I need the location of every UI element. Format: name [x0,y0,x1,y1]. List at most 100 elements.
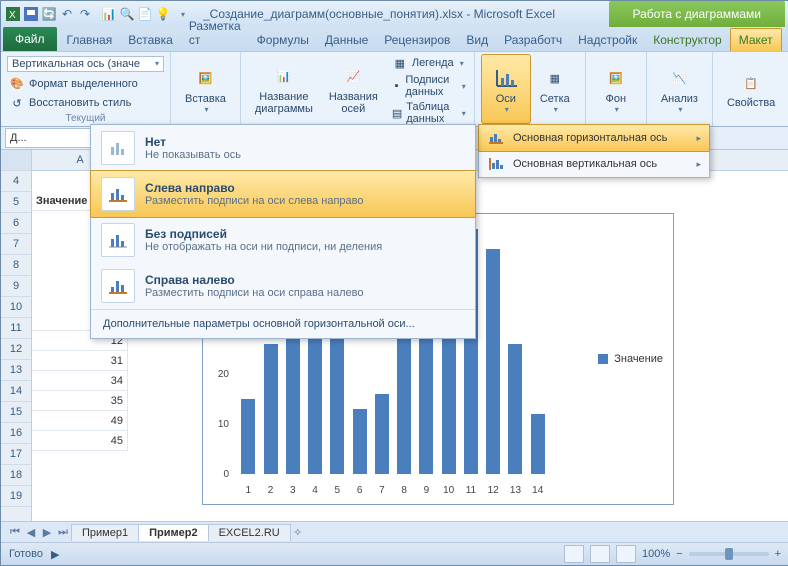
sheet-nav-prev[interactable]: ◀ [23,524,39,540]
row-header[interactable]: 7 [1,234,31,255]
qat-icon3[interactable]: 📄 [137,6,153,22]
zoom-in-button[interactable]: + [775,548,781,560]
row-header[interactable]: 11 [1,318,31,339]
chart-legend[interactable]: Значение [598,353,663,365]
zoom-level[interactable]: 100% [642,548,670,560]
x-tick: 9 [416,485,436,496]
tab-design[interactable]: Конструктор [645,29,729,51]
tab-home[interactable]: Главная [59,29,121,51]
chart-title-button[interactable]: 📊Название диаграммы [247,54,321,124]
reset-style-button[interactable]: ↺Восстановить стиль [7,94,133,112]
redo-icon[interactable]: ↷ [77,6,93,22]
chart-bar[interactable] [531,414,545,474]
row-header[interactable]: 9 [1,276,31,297]
selection-combo[interactable]: Вертикальная ось (значе▾ [7,56,164,72]
chart-bar[interactable] [486,249,500,474]
data-labels-button[interactable]: ▪Подписи данных▾ [390,73,468,99]
menu-none[interactable]: НетНе показывать ось [91,125,475,171]
background-icon: 🖼️ [600,65,632,93]
insert-button[interactable]: 🖼️Вставка▾ [177,54,234,124]
zoom-slider[interactable] [689,552,769,556]
reload-icon[interactable]: 🔄 [41,6,57,22]
tab-view[interactable]: Вид [458,29,496,51]
cell[interactable]: 45 [32,431,128,451]
sheet-tab-active[interactable]: Пример2 [138,524,208,541]
format-selection-label: Формат выделенного [29,78,138,90]
analysis-button[interactable]: 📉Анализ▾ [653,54,706,124]
zoom-out-button[interactable]: − [676,548,682,560]
zoom-thumb[interactable] [725,548,733,560]
axes-button[interactable]: Оси▾ [481,54,531,124]
submenu-horizontal-axis[interactable]: Основная горизонтальная ось ▸ [478,124,710,152]
row-header[interactable]: 10 [1,297,31,318]
axis-titles-button[interactable]: 📈Названия осей [321,54,386,124]
row-header[interactable]: 19 [1,486,31,507]
submenu-vertical-axis[interactable]: Основная вертикальная ось ▸ [479,151,709,177]
tab-file[interactable]: Файл [3,27,57,51]
chart-bar[interactable] [397,319,411,474]
sheet-tab[interactable]: EXCEL2.RU [208,524,291,541]
background-label: Фон [606,93,627,105]
chart-bar[interactable] [286,334,300,474]
row-header[interactable]: 14 [1,381,31,402]
format-selection-button[interactable]: 🎨 Формат выделенного [7,75,140,93]
menu-nolabels[interactable]: Без подписейНе отображать на оси ни подп… [91,217,475,263]
chart-bar[interactable] [353,409,367,474]
new-sheet-icon[interactable]: ✧ [290,524,306,540]
chart-bar[interactable] [241,399,255,474]
tab-developer[interactable]: Разработч [496,29,570,51]
undo-icon[interactable]: ↶ [59,6,75,22]
row-header[interactable]: 5 [1,192,31,213]
sheet-nav-last[interactable]: ⏭ [55,524,71,540]
background-button[interactable]: 🖼️Фон▾ [592,54,640,124]
chart-bar[interactable] [375,394,389,474]
qat-icon4[interactable]: 💡 [155,6,171,22]
gridlines-button[interactable]: ▦Сетка▾ [531,54,579,124]
row-header[interactable]: 12 [1,339,31,360]
axis-ltr-icon [101,177,135,211]
sheet-tab[interactable]: Пример1 [71,524,139,541]
chart-bar[interactable] [508,344,522,474]
chart-title-icon: 📊 [268,63,300,91]
macro-record-icon[interactable]: ▶ [51,548,59,561]
row-header[interactable]: 17 [1,444,31,465]
legend-button[interactable]: ▦Легенда▾ [390,54,468,72]
menu-more-options[interactable]: Дополнительные параметры основной горизо… [91,309,475,338]
qat-icon2[interactable]: 🔍 [119,6,135,22]
menu-ltr[interactable]: Слева направоРазместить подписи на оси с… [90,170,476,218]
tab-review[interactable]: Рецензиров [376,29,458,51]
save-icon[interactable] [23,6,39,22]
view-layout-button[interactable] [590,545,610,563]
cell[interactable]: 49 [32,411,128,431]
row-header[interactable]: 8 [1,255,31,276]
view-normal-button[interactable] [564,545,584,563]
tab-layout[interactable]: Разметка ст [181,15,249,51]
y-tick: 10 [218,419,229,430]
sheet-nav-first[interactable]: ⏮ [7,524,23,540]
properties-button[interactable]: 📋Свойства [719,54,783,124]
cell[interactable]: 34 [32,371,128,391]
view-break-button[interactable] [616,545,636,563]
menu-rtl[interactable]: Справа налевоРазместить подписи на оси с… [91,263,475,309]
cell[interactable]: 31 [32,351,128,371]
row-header[interactable]: 18 [1,465,31,486]
data-table-button[interactable]: ▤Таблица данных▾ [390,100,468,126]
row-header[interactable]: 4 [1,171,31,192]
chart-bar[interactable] [264,344,278,474]
x-tick: 4 [305,485,325,496]
tab-data[interactable]: Данные [317,29,376,51]
tab-chartlayout[interactable]: Макет [730,28,782,51]
sheet-nav-next[interactable]: ▶ [39,524,55,540]
svg-text:X: X [9,10,16,21]
tab-insert[interactable]: Вставка [120,29,181,51]
row-header[interactable]: 6 [1,213,31,234]
tab-formulas[interactable]: Формулы [249,29,317,51]
tab-addins[interactable]: Надстройк [570,29,645,51]
qat-icon[interactable]: 📊 [101,6,117,22]
row-header[interactable]: 13 [1,360,31,381]
tab-format[interactable]: Формат [782,29,788,51]
format-icon: 🎨 [9,76,25,92]
cell[interactable]: 35 [32,391,128,411]
row-header[interactable]: 15 [1,402,31,423]
row-header[interactable]: 16 [1,423,31,444]
